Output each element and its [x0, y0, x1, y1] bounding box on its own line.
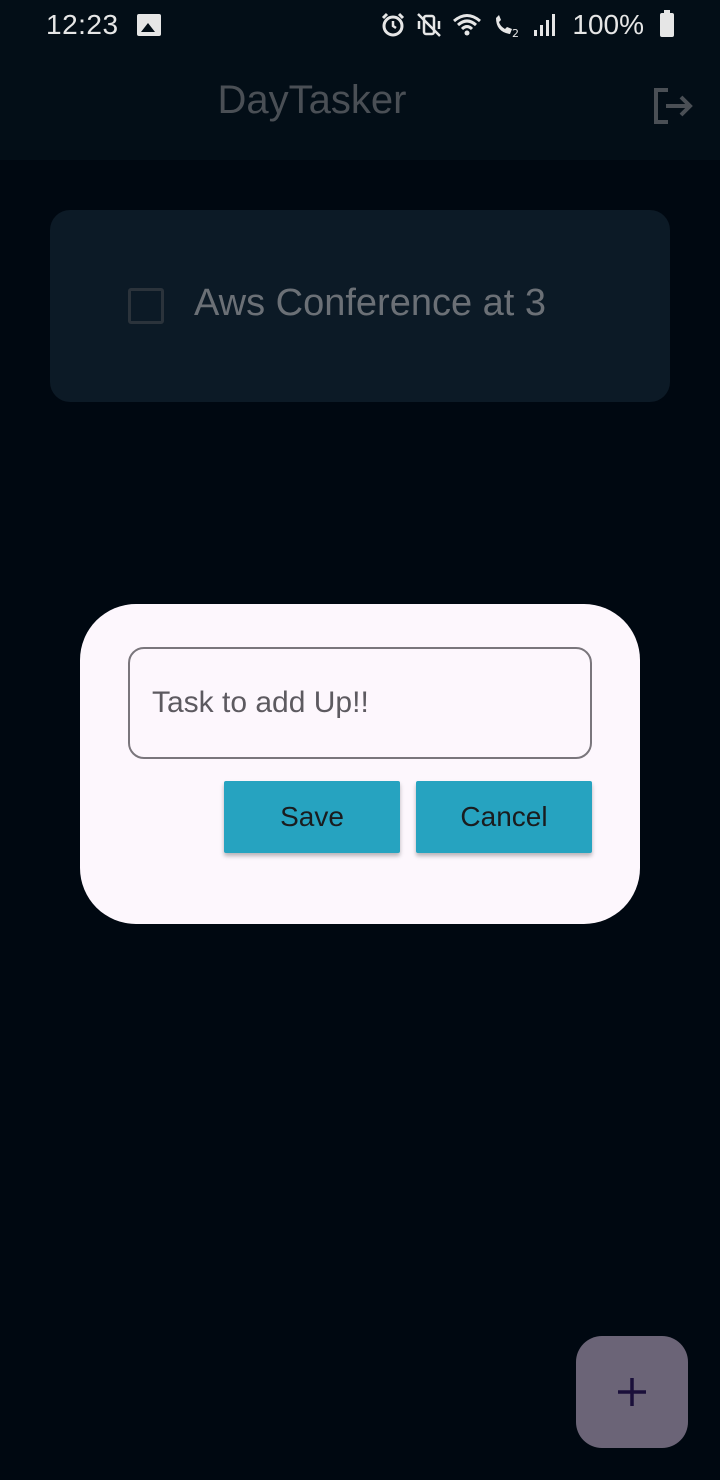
wifi-calling-icon: 2 — [496, 15, 519, 38]
task-input[interactable] — [128, 647, 592, 759]
add-task-fab[interactable] — [576, 1336, 688, 1448]
save-button[interactable]: Save — [224, 781, 400, 853]
app-screen: 12:23 2 100% DayTasker Aws Conference at… — [0, 0, 720, 1480]
signal-icon — [534, 14, 556, 36]
app-bar: DayTasker — [0, 50, 720, 160]
battery-icon — [660, 10, 674, 37]
status-time: 12:23 — [46, 9, 119, 40]
gallery-icon — [136, 14, 161, 36]
status-bar: 12:23 2 100% — [0, 0, 720, 50]
status-icons: 2 100% — [380, 9, 674, 41]
plus-icon — [618, 1378, 646, 1406]
battery-percentage: 100% — [572, 9, 644, 40]
add-task-dialog: Save Cancel — [80, 604, 640, 924]
task-label: Aws Conference at 3 — [194, 282, 547, 324]
wifi-icon — [453, 14, 482, 36]
logout-icon[interactable] — [648, 82, 696, 130]
task-checkbox[interactable] — [128, 288, 164, 324]
vibrate-off-icon — [417, 13, 442, 37]
cancel-button[interactable]: Cancel — [416, 781, 592, 853]
task-card: Aws Conference at 3 — [50, 210, 670, 402]
alarm-icon — [382, 12, 405, 37]
svg-text:2: 2 — [512, 27, 519, 38]
app-title: DayTasker — [217, 78, 407, 122]
